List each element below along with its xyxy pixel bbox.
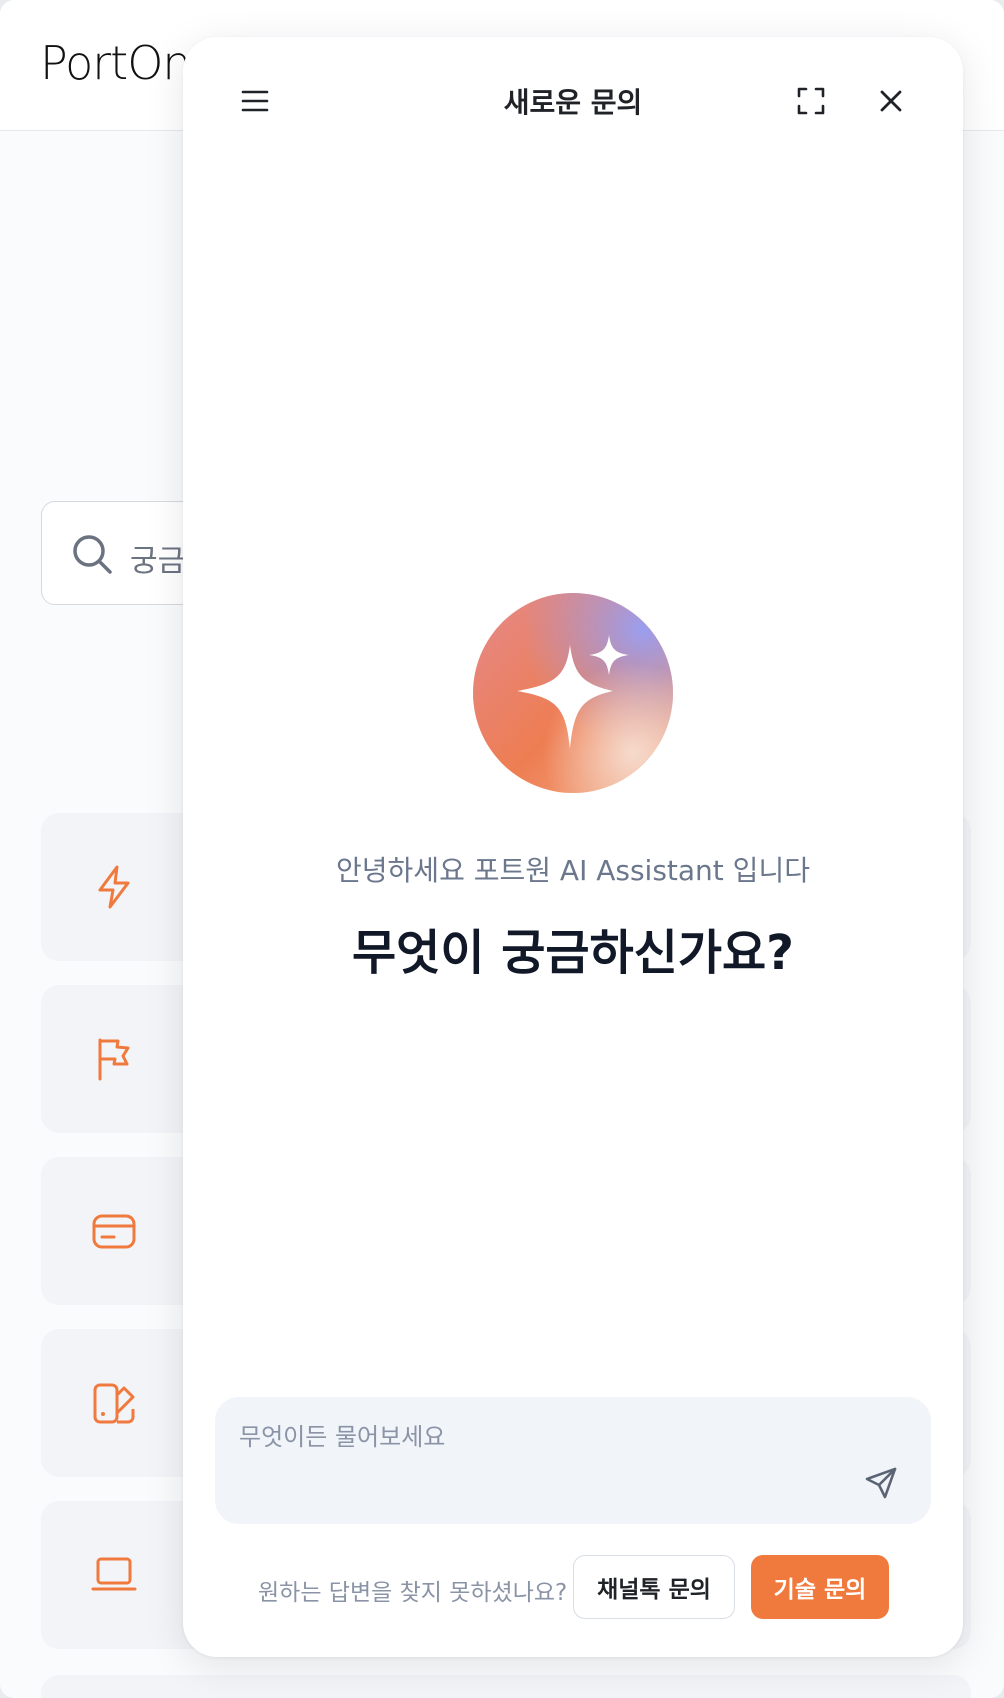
ai-chat-panel: 새로운 문의 안녕하세요 포트원 AI Assistant 입니다 무엇이 궁금… [183, 37, 963, 1657]
search-placeholder: 궁금 [130, 544, 186, 579]
support-footer: 원하는 답변을 찾지 못하셨나요? 채널톡 문의 기술 문의 [183, 1555, 963, 1619]
category-card[interactable] [41, 1675, 971, 1698]
assistant-headline: 무엇이 궁금하신가요? [352, 925, 794, 981]
chat-header: 새로운 문의 [183, 37, 963, 165]
app-window: PortOne 궁금 새로운 문의 안녕하세요 포트원 AI Assistant… [0, 0, 1004, 1698]
close-button[interactable] [863, 73, 919, 129]
no-answer-prompt: 원하는 답변을 찾지 못하셨나요? [258, 1580, 568, 1606]
expand-button[interactable] [783, 73, 839, 129]
close-icon [880, 90, 902, 112]
assistant-greeting: 안녕하세요 포트원 AI Assistant 입니다 [336, 854, 810, 887]
message-input[interactable] [239, 1417, 799, 1457]
search-icon [73, 535, 112, 574]
expand-icon [797, 87, 825, 115]
tech-support-button[interactable]: 기술 문의 [751, 1555, 889, 1619]
message-composer [215, 1397, 931, 1524]
sparkle-icon [473, 593, 673, 793]
flag-icon [98, 1038, 130, 1081]
card-icon [92, 1214, 136, 1249]
laptop-icon [91, 1557, 137, 1591]
book-icon [93, 1383, 135, 1424]
send-button[interactable] [855, 1457, 907, 1509]
lightning-icon [98, 865, 130, 909]
chat-title: 새로운 문의 [503, 86, 643, 119]
send-icon [865, 1467, 897, 1499]
channel-talk-button[interactable]: 채널톡 문의 [573, 1555, 735, 1619]
